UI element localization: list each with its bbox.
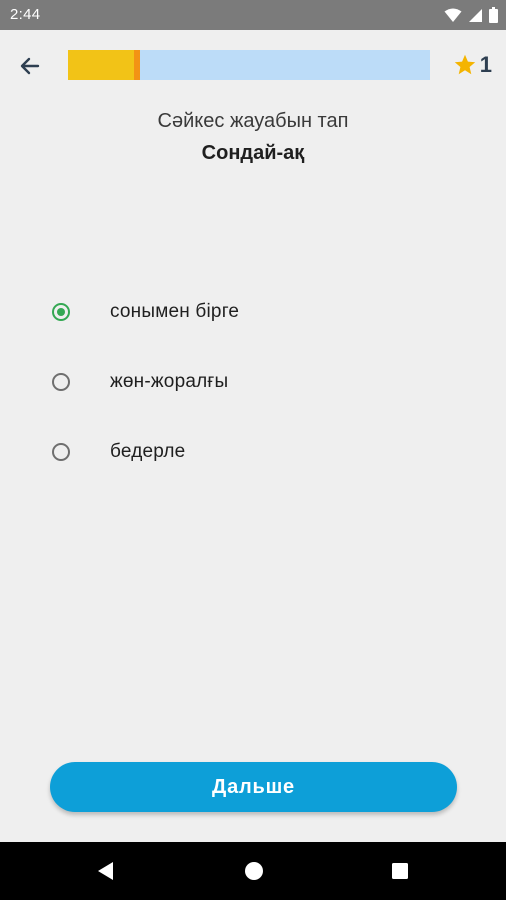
battery-icon	[489, 7, 498, 23]
status-bar: 2:44	[0, 0, 506, 30]
progress-fill	[68, 50, 135, 80]
answer-option-label: бедерле	[110, 441, 186, 462]
progress-bar	[68, 50, 430, 80]
home-circle-icon	[245, 862, 263, 880]
radio-button[interactable]	[52, 373, 70, 391]
arrow-left-icon	[20, 57, 40, 75]
score: 1	[453, 52, 492, 78]
question-prompt: Сәйкес жауабын тап	[157, 110, 349, 132]
score-value: 1	[479, 52, 492, 77]
navigation-bar	[0, 842, 506, 900]
answer-option-label: сонымен бірге	[110, 301, 240, 322]
answer-option-label: жөн-жоралғы	[110, 371, 229, 392]
back-button[interactable]	[12, 50, 48, 82]
back-triangle-icon	[98, 862, 113, 880]
question-word: Сондай-ақ	[201, 142, 305, 164]
nav-home-button[interactable]	[242, 859, 266, 883]
nav-recents-button[interactable]	[388, 859, 412, 883]
nav-back-button[interactable]	[94, 859, 118, 883]
radio-button[interactable]	[52, 443, 70, 461]
recents-square-icon	[392, 863, 408, 879]
progress-marker	[134, 50, 141, 80]
status-time: 2:44	[10, 6, 41, 23]
answer-option[interactable]: жөн-жоралғы	[40, 356, 470, 408]
answer-option[interactable]: сонымен бірге	[40, 286, 470, 338]
quiz-header: 1	[0, 30, 506, 102]
status-icons	[444, 7, 498, 23]
wifi-icon	[444, 8, 462, 22]
next-button[interactable]: Дальше	[50, 762, 457, 812]
answer-option[interactable]: бедерле	[40, 426, 470, 478]
star-icon	[454, 54, 475, 75]
signal-icon	[469, 8, 482, 22]
radio-button-selected[interactable]	[52, 303, 70, 321]
